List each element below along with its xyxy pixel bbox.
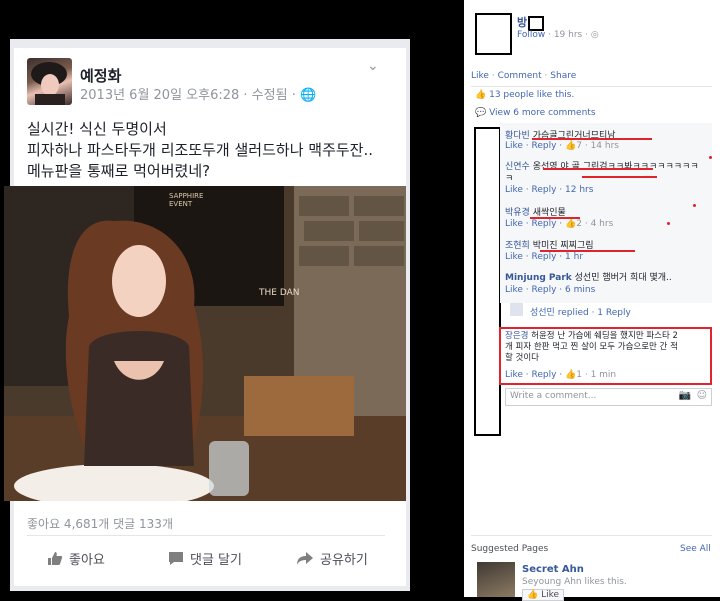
like-label: 좋아요 [69,553,105,568]
highlighted-comment: 장은경 허윤정 난 가슴에 쉐딩을 했지만 파스타 2 개 피자 한판 먹고 찐… [505,331,678,364]
chevron-down-icon[interactable]: ⌄ [367,58,379,74]
red-underline [532,138,652,140]
page-name[interactable]: 방 [517,14,545,31]
thumbs-up-icon: 👍 [565,370,577,380]
comment-text: 성선민 햄버거 희대 몇개.. [574,273,672,283]
reply-name[interactable]: 성선민 [530,308,555,318]
comment-text: 허윤정 난 가슴에 쉐딩을 했지만 파스타 2 개 피자 한판 먹고 찐 살이 … [505,331,678,363]
comment-actions[interactable]: Like · Reply · [505,370,565,380]
action-share[interactable]: Share [550,71,576,81]
comment-icon [169,552,183,565]
follow-button[interactable]: Follow [517,30,545,40]
share-icon [297,552,313,565]
comment-2: 신연수 옹선영 야 골 그린검ㅋㅋ봐ㅋㅋㅋㅋㅋㅋㅋㅋ [505,159,699,172]
red-underline [582,176,657,178]
share-button[interactable]: 공유하기 [296,549,368,568]
post-stats[interactable]: 좋아요 4,681개 댓글 133개 [27,515,173,532]
post-timestamp[interactable]: 2013년 6월 20일 오후6:28 · 수정됨 · [80,88,300,103]
view-more-comments[interactable]: 💬 View 6 more comments [475,108,596,118]
photo-sign-2: THE DAN [259,288,300,298]
page-avatar-redacted[interactable] [475,13,512,55]
comment-actions[interactable]: Like · Reply · 12 hrs [505,185,593,195]
like-button[interactable]: 좋아요 [47,549,105,568]
comment-actions[interactable]: Like · Reply · 6 mins [505,285,595,295]
reply-thread[interactable]: 성선민 replied · 1 Reply [530,305,631,318]
post-actions: Like · Comment · Share [471,71,577,81]
comment-label: 댓글 달기 [190,553,242,568]
comment-2-cont: ㅋ [505,174,514,184]
red-mark [693,204,696,207]
commenter-name[interactable]: 황다빈 [505,131,530,141]
highlight-meta: Like · Reply · 👍1 · 1 min [505,370,616,380]
view-more-label: View 6 more comments [489,108,596,118]
comment-time: · 1 min [582,370,617,380]
comment-actions[interactable]: Like · Reply · [505,219,565,229]
comment-input[interactable]: Write a comment... 📷 ☺ [505,388,712,406]
thumbs-up-icon [48,552,63,565]
comment-time: · 14 hrs [582,141,619,151]
likes-count[interactable]: 13 people like this. [489,90,574,100]
comment-3-meta: Like · Reply · 👍2 · 4 hrs [505,219,613,229]
commenter-name[interactable]: Minjung Park [505,273,572,283]
comment-actions[interactable]: Like · Reply · 1 hr [505,252,583,262]
like-btn-label: Like [541,590,560,600]
comment-actions[interactable]: Like · Reply · [505,141,565,151]
thumbs-up-icon: 👍 [565,141,577,151]
reply-avatar[interactable] [510,303,523,316]
comment-placeholder: Write a comment... [510,391,597,401]
comment-button[interactable]: 댓글 달기 [168,549,242,568]
photo-illustration [4,186,406,501]
comment-5-meta: Like · Reply · 6 mins [505,285,595,295]
panel-divider [471,86,712,87]
comment-time: · 4 hrs [582,219,614,229]
likes-line[interactable]: 👍 13 people like this. [475,90,574,100]
red-underline [530,217,580,219]
post-text: 실시간! 식신 두명이서 피자하나 파스타두개 리조또두개 샐러드하나 맥주두잔… [27,120,374,180]
thumbs-up-icon: 👍 [565,219,577,229]
comment-4-meta: Like · Reply · 1 hr [505,252,583,262]
globe-icon-small: ◎ [590,30,599,40]
emoji-icon[interactable]: ☺ [697,390,707,401]
post-meta: 2013년 6월 20일 오후6:28 · 수정됨 · 🌐 [80,84,316,103]
author-avatar[interactable] [27,58,72,105]
suggested-like-button[interactable]: 👍 Like [522,589,565,601]
action-like[interactable]: Like [471,71,489,81]
suggested-page-avatar[interactable] [477,562,515,597]
post-time: · 19 hrs · [548,30,588,40]
comment-2-meta: Like · Reply · 12 hrs [505,185,593,195]
post-author[interactable]: 예정화 [80,65,121,86]
follow-line: Follow · 19 hrs · ◎ [517,30,599,40]
comment-text: 옹선영 야 골 그린검ㅋㅋ봐ㅋㅋㅋㅋㅋㅋㅋㅋ [532,162,699,172]
comment-bubble-icon: 💬 [475,108,487,118]
camera-icon[interactable]: 📷 [679,390,691,401]
suggested-page-name[interactable]: Secret Ahn [522,564,584,575]
suggested-divider [471,535,712,536]
action-comment[interactable]: Comment [498,71,542,81]
thumbs-up-icon-small: 👍 [475,90,487,100]
redaction-box [528,15,545,31]
red-underline [540,250,635,252]
suggested-title: Suggested Pages [471,544,549,554]
comment-1-meta: Like · Reply · 👍7 · 14 hrs [505,141,619,151]
avatar-portrait [31,62,67,105]
commenter-name[interactable]: 장은경 [505,331,528,341]
globe-icon: 🌐 [299,88,317,103]
post-photo[interactable]: SAPPHIRE EVENT THE DAN [4,186,406,501]
commenter-name[interactable]: 박유경 [505,208,530,218]
suggested-page-liked: Seyoung Ahn likes this. [522,577,627,587]
photo-sign: SAPPHIRE EVENT [169,192,204,208]
avatars-redacted [474,127,501,436]
reply-count[interactable]: replied · 1 Reply [558,308,631,318]
commenter-name[interactable]: 조현희 [505,241,530,251]
stats-divider [27,535,385,536]
share-label: 공유하기 [320,553,368,568]
thumbs-up-icon: 👍 [527,590,539,600]
red-mark [709,156,712,159]
comment-5: Minjung Park 성선민 햄버거 희대 몇개.. [505,270,672,283]
see-all-link[interactable]: See All [680,544,711,554]
red-mark [667,222,670,225]
red-underline [543,168,653,170]
